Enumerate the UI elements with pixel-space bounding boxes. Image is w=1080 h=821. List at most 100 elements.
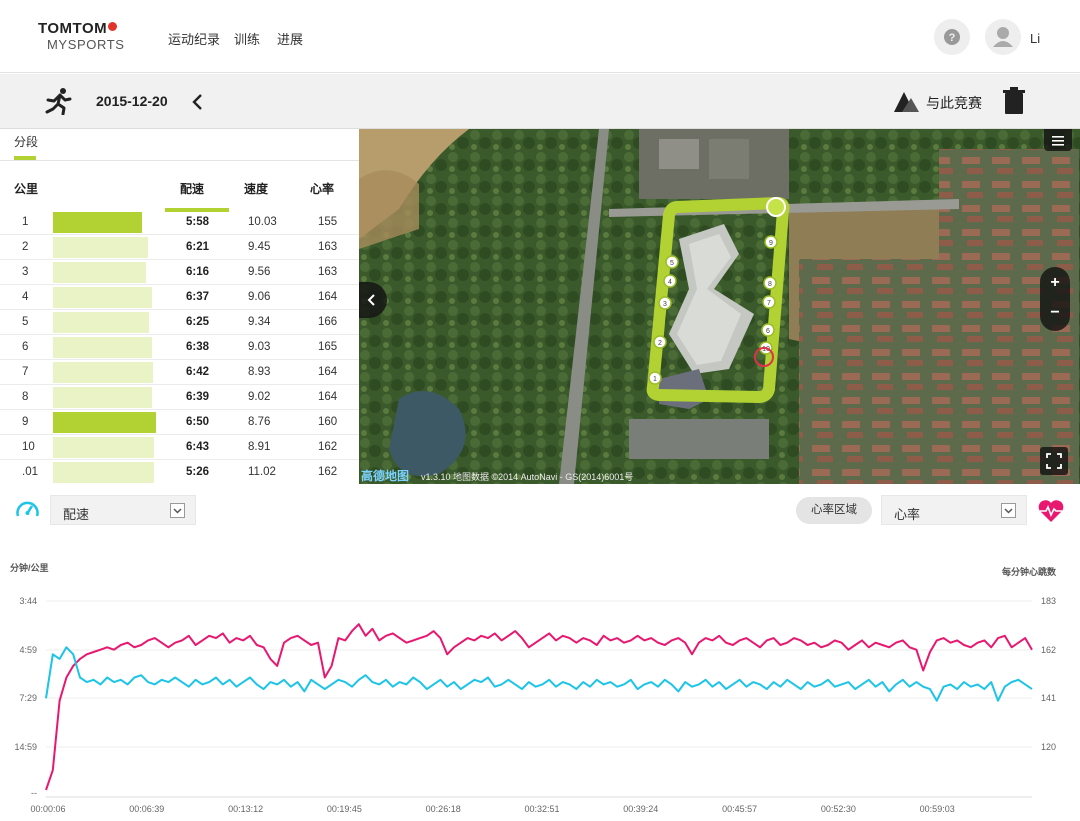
x-tick: 00:00:06: [30, 804, 65, 814]
split-pace: 6:16: [186, 266, 210, 278]
top-navigation: TOMTOM MYSPORTS 运动纪录 训练 进展 ? Li: [0, 0, 1080, 73]
dropdown-box: [170, 503, 185, 518]
start-marker[interactable]: [766, 197, 786, 217]
y-tick-right: 120: [1041, 742, 1056, 752]
help-icon: ?: [944, 29, 960, 45]
split-hr: 163: [318, 266, 338, 278]
split-hr: 164: [318, 391, 338, 403]
pace-bar: [53, 237, 148, 258]
route-map[interactable]: 1 2 3 4 5 6 7 8 9 10 + − 高德地图 v1.3.10 地图数据 ©2014 …: [359, 129, 1080, 484]
split-hr: 162: [318, 441, 338, 453]
table-row[interactable]: 7 6:42 8.93 164: [0, 360, 359, 385]
x-tick: 00:39:24: [623, 804, 658, 814]
metric-left-select[interactable]: 配速: [50, 495, 196, 525]
table-row[interactable]: 2 6:21 9.45 163: [0, 235, 359, 260]
collapse-panel-button[interactable]: [359, 282, 387, 318]
user-name[interactable]: Li: [1030, 31, 1040, 46]
split-km: 6: [22, 341, 29, 353]
header-km[interactable]: 公里: [14, 180, 38, 197]
satellite-map[interactable]: 12345678910: [359, 129, 1080, 484]
table-row[interactable]: .01 5:26 11.02 162: [0, 460, 359, 485]
split-pace: 6:21: [186, 241, 210, 253]
table-row[interactable]: 9 6:50 8.76 160: [0, 410, 359, 435]
table-row[interactable]: 3 6:16 9.56 163: [0, 260, 359, 285]
race-icon[interactable]: [892, 88, 920, 114]
tab-splits[interactable]: 分段: [14, 133, 38, 150]
split-speed: 9.03: [248, 341, 271, 353]
nav-activities[interactable]: 运动纪录: [168, 29, 220, 48]
split-km: 2: [22, 241, 29, 253]
chevron-down-icon: [173, 508, 182, 514]
split-hr: 166: [318, 316, 338, 328]
heart-rate-icon: [1038, 500, 1064, 522]
km-marker-label: 8: [768, 281, 772, 288]
trash-icon[interactable]: [1002, 87, 1026, 115]
split-hr: 163: [318, 241, 338, 253]
split-speed: 9.02: [248, 391, 271, 403]
divider: [0, 160, 359, 161]
split-km: 1: [22, 216, 29, 228]
pace-bar: [53, 287, 152, 308]
split-speed: 9.34: [248, 316, 271, 328]
running-icon: [45, 88, 72, 115]
tomtom-mysports-logo[interactable]: TOMTOM MYSPORTS: [38, 20, 138, 54]
pace-bar: [53, 337, 152, 358]
hamburger-icon: [1052, 136, 1064, 146]
pace-series-line: [45, 646, 1033, 702]
table-row[interactable]: 4 6:37 9.06 164: [0, 285, 359, 310]
pace-bar: [53, 412, 156, 433]
split-pace: 6:43: [186, 441, 210, 453]
race-button[interactable]: 与此竞赛: [926, 93, 982, 113]
user-icon: [993, 27, 1013, 47]
help-button[interactable]: ?: [934, 19, 970, 55]
nav-progress[interactable]: 进展: [277, 29, 303, 48]
split-pace: 6:39: [186, 391, 210, 403]
header-hr[interactable]: 心率: [310, 180, 334, 197]
split-hr: 164: [318, 291, 338, 303]
y-tick-left: 4:59: [19, 645, 37, 655]
map-attribution: v1.3.10 地图数据 ©2014 AutoNavi - GS(2014)60…: [421, 472, 634, 482]
table-row[interactable]: 10 6:43 8.91 162: [0, 435, 359, 460]
table-row[interactable]: 8 6:39 9.02 164: [0, 385, 359, 410]
pace-bar: [53, 362, 153, 383]
km-marker-label: 1: [653, 376, 657, 383]
metric-left-value: 配速: [63, 507, 90, 522]
logo-dot: [108, 22, 118, 31]
pace-hr-chart[interactable]: 分钟/公里 每分钟心跳数 3:44 4:59 7:29 14:59 -- 183 162 14…: [0, 540, 1080, 821]
line-chart[interactable]: 3:44 4:59 7:29 14:59 -- 183 162 141 120 00:00:06 0…: [0, 540, 1080, 821]
y-tick-right: 162: [1041, 645, 1056, 655]
km-marker-label: 9: [769, 240, 773, 247]
split-hr: 164: [318, 366, 338, 378]
heart-rate-series-line: [45, 623, 1033, 791]
hr-zone-button[interactable]: 心率区域: [796, 497, 872, 524]
back-chevron-icon[interactable]: [190, 93, 204, 111]
zoom-in-button[interactable]: +: [1040, 274, 1070, 292]
x-tick: 00:59:03: [920, 804, 955, 814]
y-tick-left: --: [31, 788, 37, 798]
split-km: 10: [22, 441, 35, 453]
pace-bar: [53, 312, 149, 333]
split-pace: 6:42: [186, 366, 210, 378]
activity-header: 2015-12-20 与此竞赛: [0, 74, 1080, 129]
split-speed: 10.03: [248, 216, 277, 228]
split-hr: 165: [318, 341, 338, 353]
metric-right-select[interactable]: 心率: [881, 495, 1027, 525]
pace-bar: [53, 212, 142, 233]
metric-right-value: 心率: [894, 507, 921, 522]
avatar[interactable]: [985, 19, 1021, 55]
header-speed[interactable]: 速度: [244, 180, 268, 197]
logo-wordmark: TOMTOM: [38, 20, 108, 37]
table-row[interactable]: 1 5:58 10.03 155: [0, 210, 359, 235]
zoom-out-button[interactable]: −: [1040, 304, 1070, 322]
fullscreen-button[interactable]: [1040, 447, 1068, 475]
dropdown-box: [1001, 503, 1016, 518]
header-pace[interactable]: 配速: [180, 180, 204, 197]
split-pace: 6:38: [186, 341, 210, 353]
split-pace: 5:58: [186, 216, 210, 228]
pace-bar: [53, 437, 154, 458]
table-row[interactable]: 5 6:25 9.34 166: [0, 310, 359, 335]
y-tick-left: 3:44: [19, 596, 37, 606]
nav-training[interactable]: 训练: [234, 29, 260, 48]
table-row[interactable]: 6 6:38 9.03 165: [0, 335, 359, 360]
map-menu-button[interactable]: [1044, 129, 1072, 151]
